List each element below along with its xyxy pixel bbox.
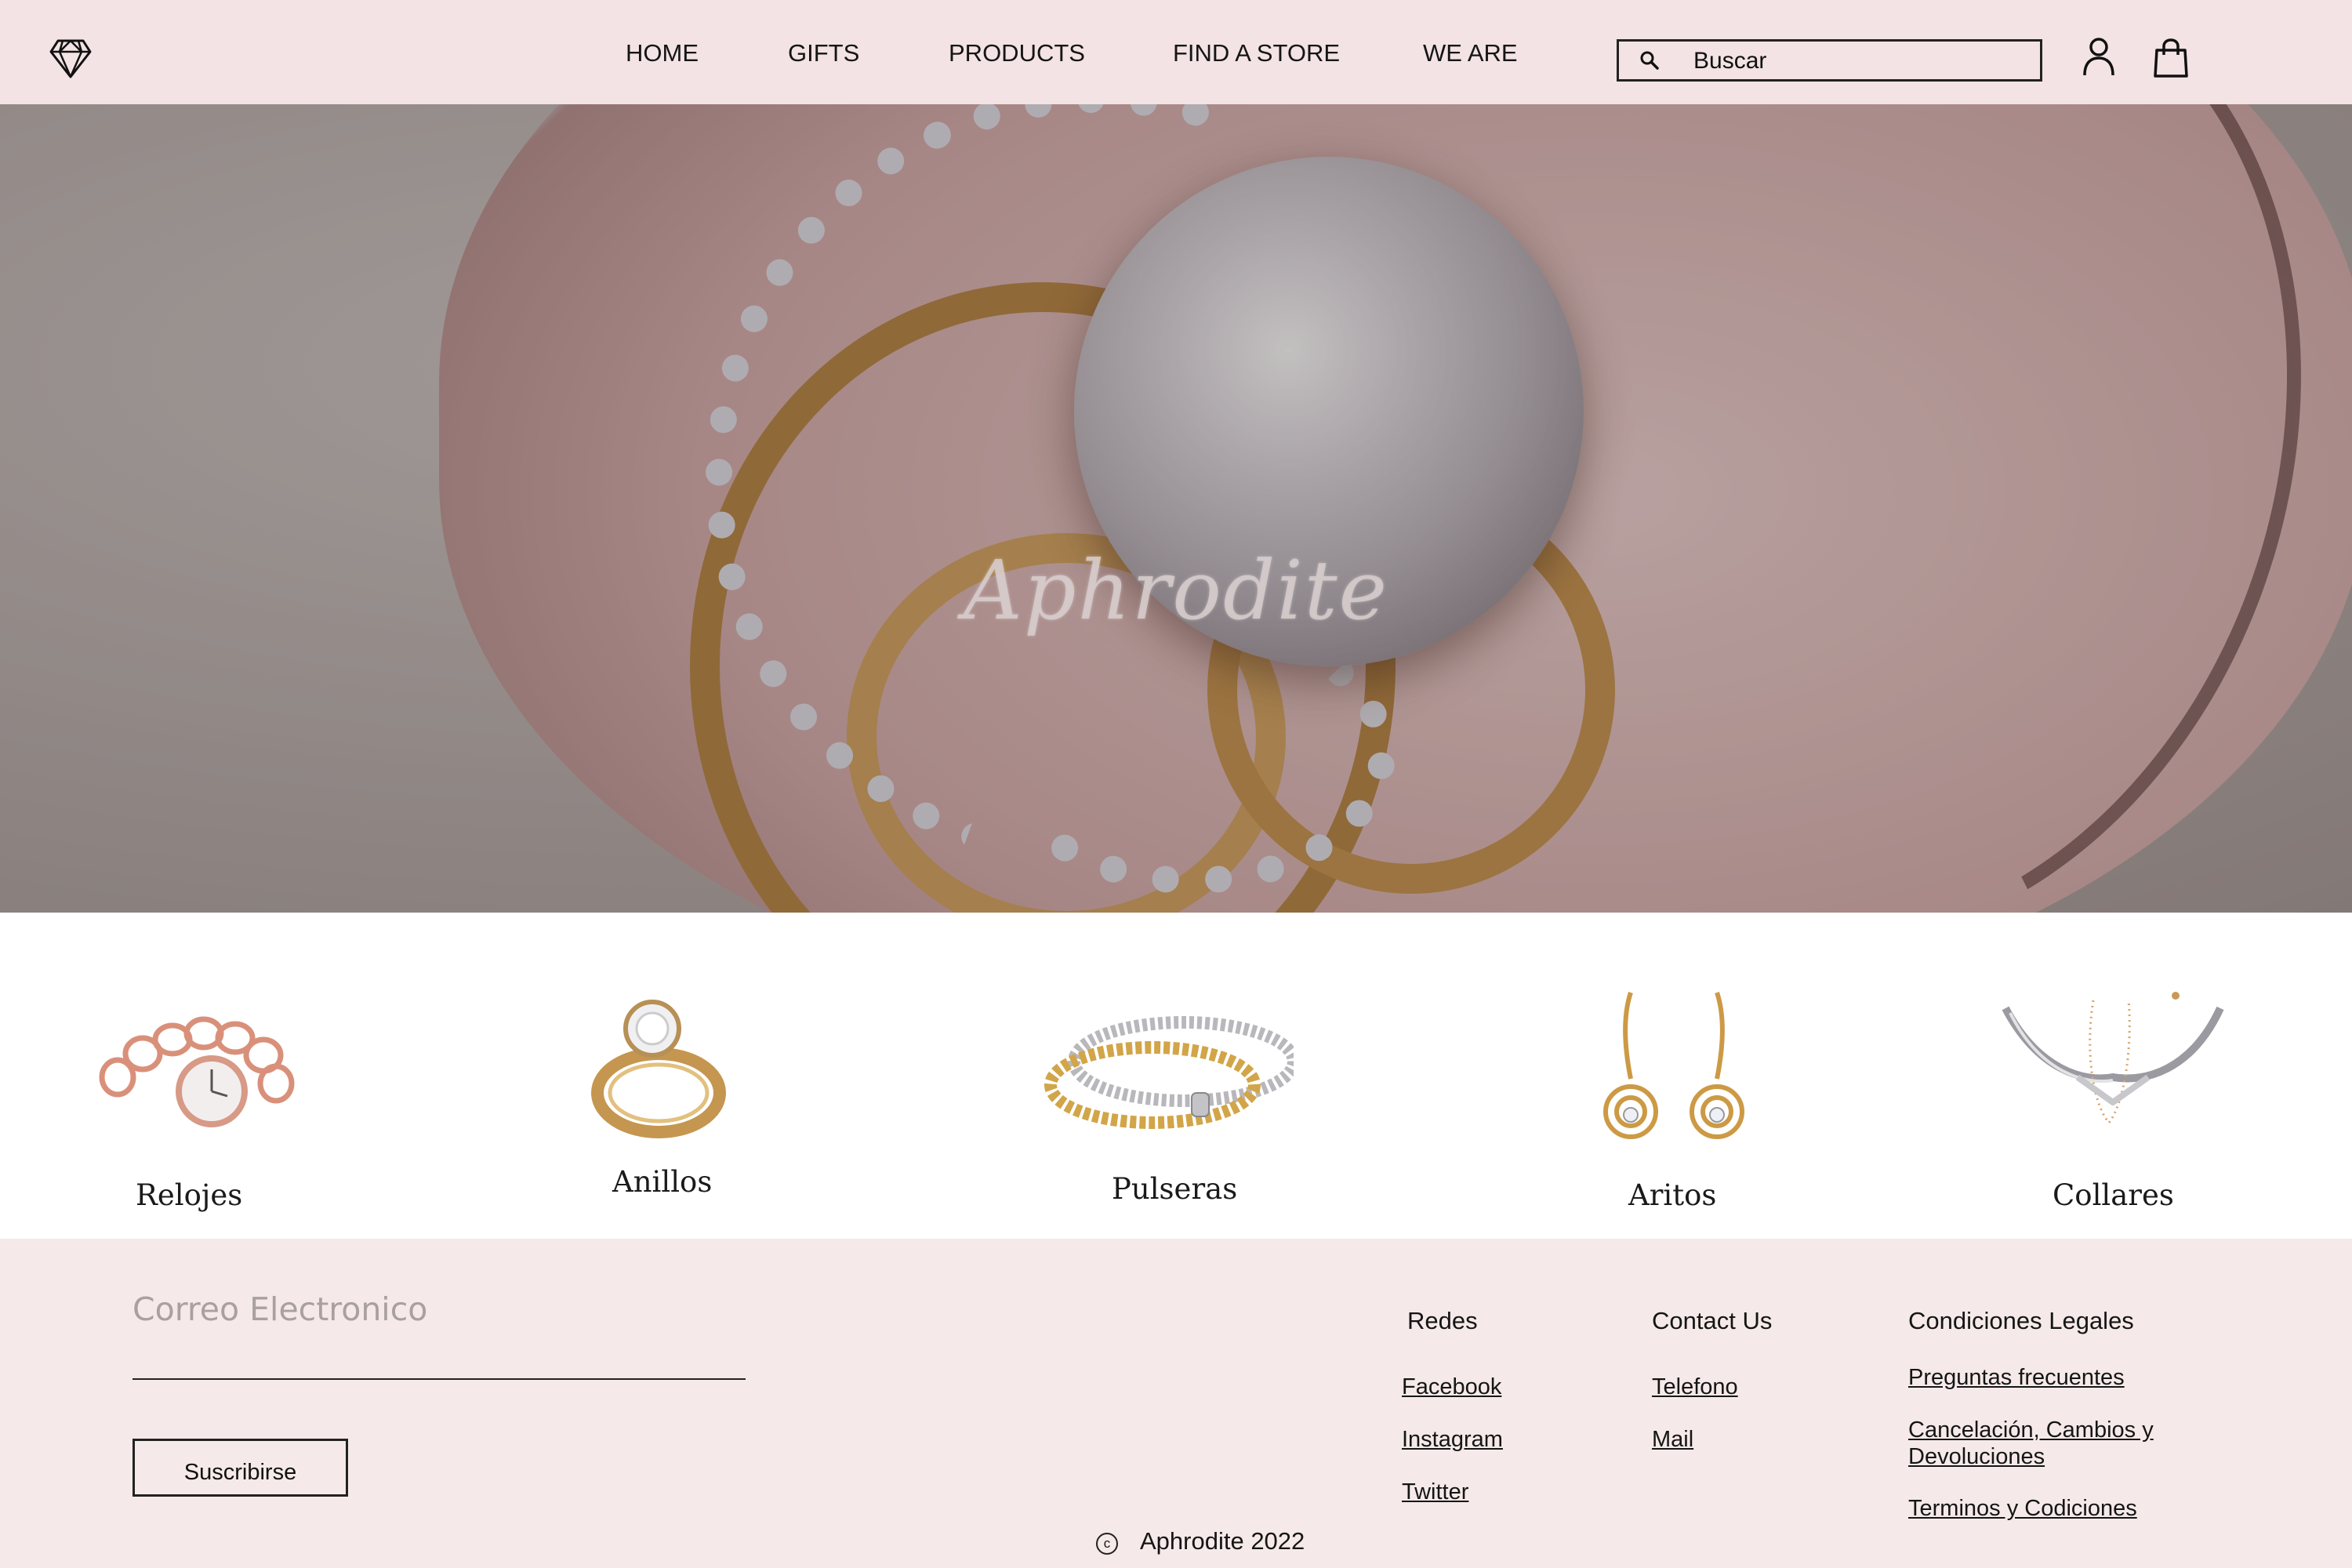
footer-link-twitter[interactable]: Twitter [1402,1479,1468,1505]
footer-link-instagram[interactable]: Instagram [1402,1426,1503,1453]
category-label: Anillos [612,1165,713,1199]
watch-icon [99,1016,295,1127]
footer-heading-redes: Redes [1407,1307,1478,1334]
bracelet-icon [1044,1016,1294,1129]
nav-products[interactable]: PRODUCTS [949,39,1085,67]
email-label: Correo Electronico [132,1290,428,1328]
nav-home[interactable]: HOME [626,39,699,67]
ring-icon [591,1000,726,1138]
hero-title: Aphrodite [963,543,1389,638]
category-label: Relojes [136,1178,243,1212]
footer-heading-contact: Contact Us [1652,1307,1773,1334]
email-field[interactable] [132,1341,746,1377]
copyright: c Aphrodite 2022 [1096,1527,1305,1555]
footer-link-telefono[interactable]: Telefono [1652,1374,1738,1400]
footer-link-facebook[interactable]: Facebook [1402,1374,1501,1400]
copyright-icon: c [1096,1533,1118,1555]
email-underline [132,1378,746,1380]
footer-link-mail[interactable]: Mail [1652,1426,1693,1453]
footer-link-faq[interactable]: Preguntas frecuentes [1908,1364,2125,1391]
search-input[interactable] [1693,48,2023,74]
nav-we-are[interactable]: WE ARE [1423,39,1518,67]
footer-link-returns[interactable]: Cancelación, Cambios y Devoluciones [1908,1417,2190,1470]
footer-heading-legal: Condiciones Legales [1908,1307,2134,1334]
nav-gifts[interactable]: GIFTS [788,39,859,67]
copyright-text: Aphrodite 2022 [1140,1527,1305,1555]
site-footer: Correo Electronico Suscribirse Redes Fac… [0,1239,2352,1568]
category-label: Pulseras [1112,1172,1238,1206]
site-header: HOME GIFTS PRODUCTS FIND A STORE WE ARE [0,0,2352,104]
search-icon[interactable] [1639,50,1660,71]
hero-banner: Aphrodite [0,0,2352,913]
category-label: Collares [2053,1178,2174,1212]
user-icon[interactable] [2082,36,2116,77]
footer-link-terms[interactable]: Terminos y Codiciones [1908,1495,2137,1522]
category-label: Aritos [1628,1178,1717,1212]
earrings-icon [1603,992,1744,1139]
search-box [1617,39,2042,82]
necklace-icon [2002,992,2224,1125]
nav-find-a-store[interactable]: FIND A STORE [1173,39,1340,67]
subscribe-button[interactable]: Suscribirse [132,1439,348,1497]
category-strip: Relojes Anillos Pulseras Aritos Collares [0,913,2352,1239]
shopping-bag-icon[interactable] [2153,38,2189,78]
hero-overlay [0,0,2352,913]
diamond-logo-icon[interactable] [49,36,93,80]
